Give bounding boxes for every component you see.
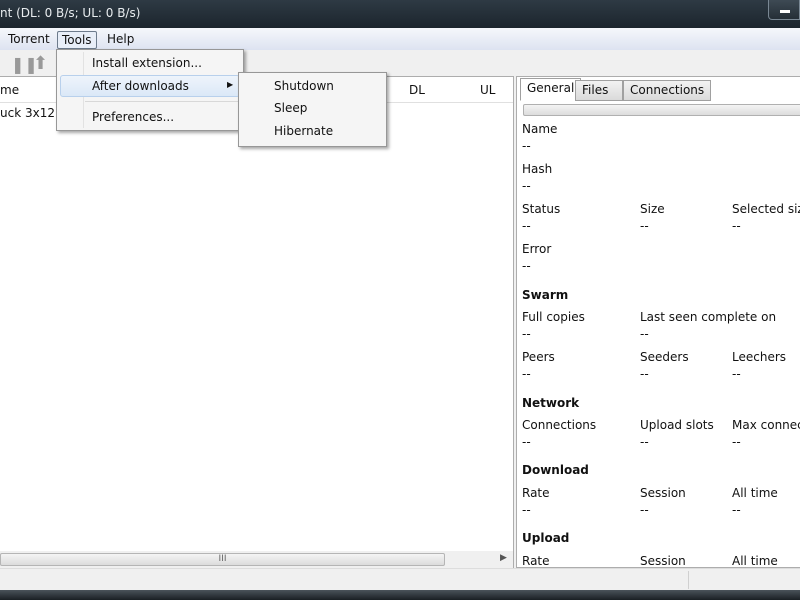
upload-heading: Upload bbox=[522, 531, 570, 545]
seeders-label: Seeders bbox=[640, 350, 689, 364]
selected-size-label: Selected size bbox=[732, 202, 800, 216]
connections-value: -- bbox=[522, 435, 531, 449]
download-alltime-value: -- bbox=[732, 503, 741, 517]
menu-torrent[interactable]: Torrent bbox=[4, 31, 54, 49]
upload-slots-value: -- bbox=[640, 435, 649, 449]
download-session-value: -- bbox=[640, 503, 649, 517]
download-alltime-label: All time bbox=[732, 486, 778, 500]
error-label: Error bbox=[522, 242, 552, 256]
upload-alltime-label: All time bbox=[732, 554, 778, 567]
tab-connections[interactable]: Connections bbox=[623, 80, 712, 101]
menu-help[interactable]: Help bbox=[103, 31, 138, 49]
last-seen-label: Last seen complete on bbox=[640, 310, 777, 324]
move-up-icon[interactable]: ⬆ bbox=[33, 53, 48, 74]
full-copies-value: -- bbox=[522, 327, 531, 341]
tab-files[interactable]: Files bbox=[575, 80, 623, 101]
tools-menu: Install extension... After downloads ▶ P… bbox=[56, 49, 244, 131]
network-heading: Network bbox=[522, 396, 580, 410]
menu-item-preferences[interactable]: Preferences... bbox=[92, 110, 174, 124]
upload-slots-label: Upload slots bbox=[640, 418, 714, 432]
download-heading: Download bbox=[522, 463, 589, 477]
peers-value: -- bbox=[522, 367, 531, 381]
menu-item-sleep[interactable]: Sleep bbox=[274, 101, 307, 115]
size-label: Size bbox=[640, 202, 665, 216]
scroll-right-icon[interactable]: ▶ bbox=[500, 553, 507, 563]
column-dl[interactable]: DL bbox=[409, 83, 425, 97]
hash-value: -- bbox=[522, 179, 531, 193]
menu-bar: Torrent Tools Help bbox=[0, 28, 800, 50]
seeders-value: -- bbox=[640, 367, 649, 381]
taskbar bbox=[0, 590, 800, 600]
full-copies-label: Full copies bbox=[522, 310, 585, 324]
horizontal-scrollbar[interactable]: III ▶ bbox=[0, 551, 513, 568]
upload-row-clip: Rate Session All time bbox=[517, 552, 800, 567]
after-downloads-submenu: Shutdown Sleep Hibernate bbox=[238, 72, 387, 147]
connections-label: Connections bbox=[522, 418, 597, 432]
after-downloads-label: After downloads bbox=[92, 79, 189, 93]
selected-size-value: -- bbox=[732, 219, 741, 233]
column-ul[interactable]: UL bbox=[480, 83, 495, 97]
minimize-button[interactable] bbox=[768, 0, 800, 20]
download-rate-value: -- bbox=[522, 503, 531, 517]
title-bar: nt (DL: 0 B/s; UL: 0 B/s) bbox=[0, 0, 800, 28]
name-label: Name bbox=[522, 122, 558, 136]
menu-tools[interactable]: Tools bbox=[57, 31, 97, 49]
menu-item-shutdown[interactable]: Shutdown bbox=[274, 79, 334, 93]
leechers-value: -- bbox=[732, 367, 741, 381]
error-value: -- bbox=[522, 259, 531, 273]
window-title: nt (DL: 0 B/s; UL: 0 B/s) bbox=[0, 6, 141, 20]
max-connections-label: Max connect bbox=[732, 418, 800, 432]
submenu-arrow-icon: ▶ bbox=[227, 80, 234, 89]
status-value: -- bbox=[522, 219, 531, 233]
minimize-icon bbox=[780, 10, 790, 13]
status-divider bbox=[688, 571, 689, 589]
menu-item-hibernate[interactable]: Hibernate bbox=[274, 124, 333, 138]
download-session-label: Session bbox=[640, 486, 686, 500]
status-bar bbox=[0, 568, 800, 590]
progress-bar bbox=[523, 104, 800, 116]
hash-label: Hash bbox=[522, 162, 553, 176]
tab-general[interactable]: General bbox=[520, 78, 582, 101]
scrollbar-thumb[interactable]: III bbox=[0, 553, 445, 566]
menu-item-after-downloads[interactable]: After downloads ▶ bbox=[60, 75, 240, 97]
menu-separator bbox=[85, 101, 241, 102]
peers-label: Peers bbox=[522, 350, 555, 364]
max-connections-value: -- bbox=[732, 435, 741, 449]
menu-item-install-extension[interactable]: Install extension... bbox=[92, 56, 202, 70]
torrent-list: me DL UL uck 3x12 H III ▶ bbox=[0, 76, 514, 568]
leechers-label: Leechers bbox=[732, 350, 787, 364]
size-value: -- bbox=[640, 219, 649, 233]
last-seen-value: -- bbox=[640, 327, 649, 341]
upload-rate-label: Rate bbox=[522, 554, 550, 567]
upload-session-label: Session bbox=[640, 554, 686, 567]
swarm-heading: Swarm bbox=[522, 288, 569, 302]
download-rate-label: Rate bbox=[522, 486, 550, 500]
name-value: -- bbox=[522, 139, 531, 153]
column-name[interactable]: me bbox=[0, 83, 19, 97]
status-label: Status bbox=[522, 202, 561, 216]
